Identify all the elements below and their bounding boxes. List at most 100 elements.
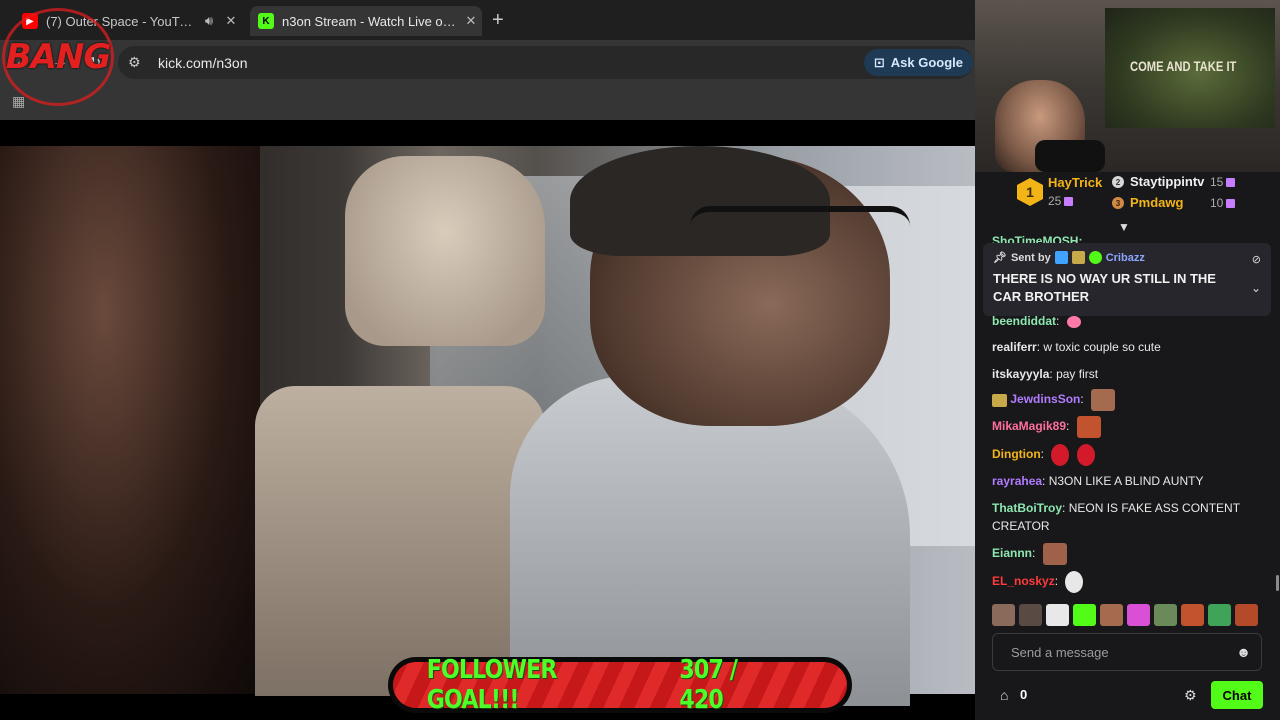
- kick-icon: K: [258, 13, 274, 29]
- chevron-down-icon[interactable]: ⌄: [1251, 281, 1261, 295]
- pinned-text: THERE IS NO WAY UR STILL IN THE CAR BROT…: [993, 271, 1216, 304]
- n3-badge-icon: [992, 393, 1007, 407]
- gift-icon: [1064, 197, 1074, 207]
- n3-badge-icon: [1071, 251, 1085, 264]
- emote-icon: [1051, 444, 1070, 466]
- follower-goal-fill: FOLLOWER GOAL!!! 307 / 420: [393, 655, 847, 715]
- points-count: 0: [1020, 687, 1028, 702]
- chat-colon: :: [1062, 501, 1069, 515]
- chat-scrollbar[interactable]: [1276, 575, 1279, 591]
- leader-second-gifts: 15: [1210, 175, 1236, 189]
- emote-quick-bar: [992, 604, 1275, 628]
- gift-count: 15: [1210, 175, 1224, 189]
- chat-username[interactable]: beendiddat: [992, 314, 1056, 328]
- chat-colon: :: [1032, 546, 1036, 561]
- pinned-message: 📌︎ Sent by Cribazz THERE IS NO WAY UR ST…: [983, 243, 1271, 316]
- emote-icon[interactable]: [1181, 604, 1204, 626]
- emote-icon[interactable]: [1208, 604, 1231, 626]
- leader-first-name[interactable]: HayTrick: [1048, 175, 1102, 190]
- browser-toolbar: ← → ↻ ⚙ kick.com/n3on ⊡ Ask Google: [0, 40, 975, 85]
- gear-icon[interactable]: ⚙: [1184, 687, 1197, 704]
- car-seat: [255, 386, 545, 696]
- rank-one-badge: 1: [1017, 178, 1043, 206]
- chat-username[interactable]: realiferr: [992, 340, 1037, 354]
- close-tab-icon[interactable]: ✕: [460, 13, 482, 29]
- gift-icon: [1226, 199, 1236, 209]
- emote-icon[interactable]: [992, 604, 1015, 626]
- chat-colon: :: [1056, 314, 1060, 328]
- chat-message: realiferr: w toxic couple so cute: [992, 338, 1262, 356]
- store-icon[interactable]: ⌂: [1000, 687, 1008, 703]
- close-tab-icon[interactable]: ✕: [220, 13, 242, 29]
- pinned-username[interactable]: Cribazz: [1106, 252, 1145, 264]
- chat-message: MikaMagik89:: [992, 416, 1262, 438]
- chat-input[interactable]: Send a message ☻: [992, 633, 1262, 671]
- chat-message: JewdinsSon:: [992, 389, 1262, 411]
- rank-three-icon: 3: [1112, 197, 1124, 209]
- chat-colon: :: [1042, 474, 1049, 488]
- video-player[interactable]: FOLLOWER GOAL!!! 307 / 420: [0, 120, 975, 720]
- chat-colon: :: [1040, 447, 1044, 462]
- emote-icon: [1066, 315, 1081, 328]
- tab-kick[interactable]: K n3on Stream - Watch Live on Ki ✕: [250, 6, 482, 36]
- goal-count: 307 / 420: [679, 655, 739, 715]
- screen: ▶ (7) Outer Space - YouTube 🔊︎ ✕ K n3on …: [0, 0, 1280, 720]
- tab-title: n3on Stream - Watch Live on Ki: [282, 13, 460, 29]
- goal-label: FOLLOWER GOAL!!!: [426, 655, 558, 715]
- leader-third-name[interactable]: Pmdawg: [1130, 195, 1183, 210]
- emote-icon: [1076, 416, 1101, 438]
- hide-eye-icon[interactable]: ⊘: [1252, 253, 1261, 266]
- badge-icon: [1054, 251, 1068, 264]
- emote-icon[interactable]: [1073, 604, 1096, 626]
- skull-emote-icon: [1065, 571, 1084, 593]
- chat-input-placeholder: Send a message: [1011, 644, 1109, 660]
- video-frame: [0, 146, 975, 706]
- passenger-figure: [0, 146, 260, 694]
- gift-count: 25: [1048, 194, 1062, 208]
- chat-message: Eiannn:: [992, 543, 1262, 565]
- emote-icon: [1076, 444, 1095, 466]
- rank-number: 1: [1026, 184, 1034, 200]
- chat-footer: ⌂ 0 ⚙ Chat: [975, 678, 1280, 720]
- emote-icon[interactable]: [1100, 604, 1123, 626]
- lens-icon: ⊡: [873, 54, 885, 70]
- chat-username[interactable]: rayrahea: [992, 474, 1042, 488]
- chat-username[interactable]: Dingtion: [992, 447, 1041, 461]
- leader-third-gifts: 10: [1210, 196, 1236, 210]
- ask-google-button[interactable]: ⊡ Ask Google: [863, 49, 973, 76]
- chat-username[interactable]: MikaMagik89: [992, 419, 1066, 433]
- bang-logo: BANG: [2, 8, 114, 106]
- leader-second-name[interactable]: Staytippintv: [1130, 174, 1204, 189]
- speaker-icon[interactable]: 🔊︎: [198, 13, 220, 29]
- emote-icon: [1042, 543, 1067, 565]
- chat-username[interactable]: itskayyyla: [992, 367, 1049, 381]
- emoji-icon[interactable]: ☻: [1236, 644, 1251, 660]
- emote-icon[interactable]: [1154, 604, 1177, 626]
- gift-leaderboard: 1 HayTrick 25 2 Staytippintv 15 3 Pmdawg…: [975, 172, 1280, 222]
- emote-icon: [1091, 389, 1116, 411]
- chat-username[interactable]: JewdinsSon: [1010, 392, 1080, 406]
- emote-icon[interactable]: [1235, 604, 1258, 626]
- chat-text: w toxic couple so cute: [1043, 340, 1161, 354]
- leader-first-gifts: 25: [1048, 194, 1074, 208]
- url-text: kick.com/n3on: [158, 54, 248, 71]
- chat-message: beendiddat:: [992, 312, 1262, 330]
- chat-text: N3ON LIKE A BLIND AUNTY: [1048, 474, 1204, 488]
- bang-logo-text: BANG: [5, 37, 112, 77]
- chat-colon: :: [1066, 419, 1070, 434]
- site-settings-icon[interactable]: ⚙: [128, 54, 148, 71]
- chat-text: pay first: [1056, 367, 1099, 381]
- chat-username[interactable]: ThatBoiTroy: [992, 501, 1062, 515]
- emote-icon[interactable]: [1019, 604, 1042, 626]
- chat-username[interactable]: Eiannn: [992, 546, 1032, 560]
- verified-icon: [1088, 251, 1102, 264]
- pinned-header: 📌︎ Sent by Cribazz: [993, 251, 1261, 264]
- emote-icon[interactable]: [1046, 604, 1069, 626]
- chat-message: ThatBoiTroy: NEON IS FAKE ASS CONTENT CR…: [992, 499, 1262, 535]
- address-bar[interactable]: ⚙ kick.com/n3on ⊡ Ask Google: [118, 46, 973, 79]
- new-tab-button[interactable]: +: [492, 9, 504, 32]
- emote-icon[interactable]: [1127, 604, 1150, 626]
- chat-send-button[interactable]: Chat: [1211, 681, 1263, 709]
- rank-two-icon: 2: [1112, 176, 1124, 188]
- chat-username[interactable]: EL_noskyz: [992, 574, 1055, 588]
